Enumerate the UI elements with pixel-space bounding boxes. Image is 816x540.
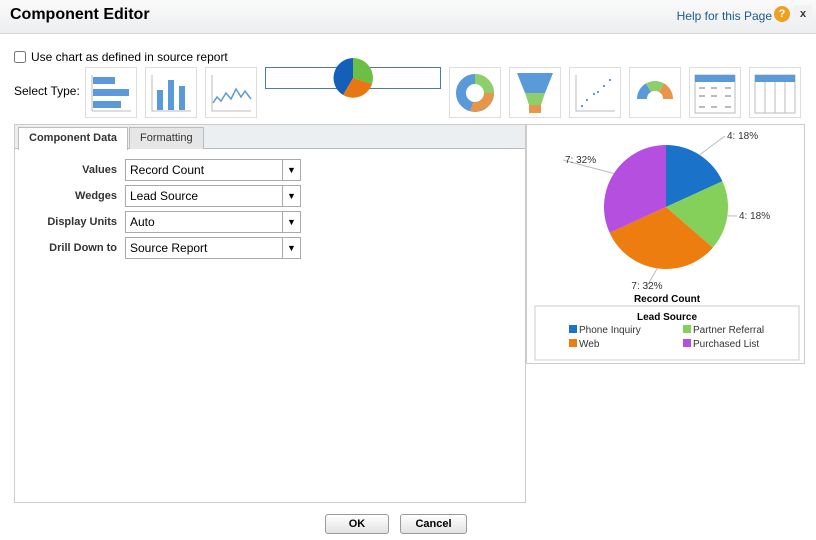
ok-button[interactable]: OK <box>325 514 389 534</box>
horizontal-bar-chart-icon <box>91 74 131 111</box>
field-label: Drill Down to <box>49 242 117 254</box>
type-funnel[interactable] <box>509 67 561 118</box>
help-icon[interactable]: ? <box>774 6 790 22</box>
data-label: 7: 32% <box>631 281 662 292</box>
legend-item: Partner Referral <box>693 325 764 336</box>
data-label: 4: 18% <box>727 131 758 142</box>
dialog-header: Component Editor Help for this Page ? x <box>0 0 816 34</box>
legend-item: Phone Inquiry <box>579 325 641 336</box>
field-values: Values Record Count ▼ <box>15 159 301 181</box>
dropdown-arrow-icon: ▼ <box>282 238 300 258</box>
type-donut[interactable] <box>449 67 501 118</box>
use-source-chart-checkbox[interactable] <box>14 51 26 63</box>
data-label: 4: 18% <box>739 211 770 222</box>
field-wedges: Wedges Lead Source ▼ <box>15 185 301 207</box>
funnel-chart-icon <box>517 72 553 113</box>
dialog-title: Component Editor <box>10 6 150 23</box>
select-type-label: Select Type: <box>14 84 80 98</box>
field-label: Display Units <box>47 216 117 228</box>
pie-chart: 4: 18% 4: 18% 7: 32% 7: 32% Record Count Le… <box>534 131 800 361</box>
table-icon <box>694 74 736 113</box>
tab-component-data[interactable]: Component Data <box>18 127 128 150</box>
legend-item: Purchased List <box>693 339 759 350</box>
type-metric-table[interactable] <box>749 67 801 118</box>
legend-swatch <box>569 339 577 347</box>
use-source-chart-option[interactable]: Use chart as defined in source report <box>14 50 228 64</box>
chart-type-picker <box>85 58 801 118</box>
field-label: Values <box>82 164 117 176</box>
gauge-chart-icon <box>637 80 673 99</box>
display-units-select[interactable]: Auto ▼ <box>125 211 301 233</box>
type-vertical-bar[interactable] <box>145 67 197 118</box>
tab-bar: Component Data Formatting <box>15 125 525 150</box>
chart-title: Record Count <box>634 294 701 305</box>
drill-down-select[interactable]: Source Report ▼ <box>125 237 301 259</box>
values-select[interactable]: Record Count ▼ <box>125 159 301 181</box>
data-label: 7: 32% <box>565 155 596 166</box>
donut-chart-icon <box>456 73 494 112</box>
dropdown-arrow-icon: ▼ <box>282 186 300 206</box>
field-drill-down: Drill Down to Source Report ▼ <box>15 237 301 259</box>
legend-swatch <box>569 325 577 333</box>
legend-item: Web <box>579 339 600 350</box>
chart-preview: 4: 18% 4: 18% 7: 32% 7: 32% Record Count Le… <box>526 124 805 364</box>
legend-swatch <box>683 325 691 333</box>
label-leader-line <box>699 135 726 156</box>
legend-title: Lead Source <box>637 312 697 323</box>
type-pie[interactable] <box>265 58 441 98</box>
selected-value: Record Count <box>130 163 205 177</box>
vertical-bar-chart-icon <box>151 74 191 111</box>
close-button[interactable]: x <box>794 5 812 23</box>
selected-value: Lead Source <box>130 189 199 203</box>
scatter-chart-icon <box>575 74 615 111</box>
legend-swatch <box>683 339 691 347</box>
dropdown-arrow-icon: ▼ <box>282 212 300 232</box>
metric-table-icon <box>754 74 796 113</box>
type-table[interactable] <box>689 67 741 118</box>
type-scatter[interactable] <box>569 67 621 118</box>
field-display-units: Display Units Auto ▼ <box>15 211 301 233</box>
line-chart-icon <box>211 74 252 111</box>
type-gauge[interactable] <box>629 67 681 118</box>
use-source-chart-label: Use chart as defined in source report <box>31 50 228 64</box>
tab-formatting[interactable]: Formatting <box>129 127 204 149</box>
type-horizontal-bar[interactable] <box>85 67 137 118</box>
help-link[interactable]: Help for this Page <box>677 9 772 23</box>
type-line[interactable] <box>205 67 257 118</box>
dropdown-arrow-icon: ▼ <box>282 160 300 180</box>
selected-value: Source Report <box>130 241 208 255</box>
component-data-panel: Component Data Formatting Values Record C… <box>14 124 526 503</box>
wedges-select[interactable]: Lead Source ▼ <box>125 185 301 207</box>
selected-value: Auto <box>130 215 155 229</box>
cancel-button[interactable]: Cancel <box>400 514 467 534</box>
pie-chart-icon <box>333 58 373 98</box>
field-label: Wedges <box>75 190 117 202</box>
